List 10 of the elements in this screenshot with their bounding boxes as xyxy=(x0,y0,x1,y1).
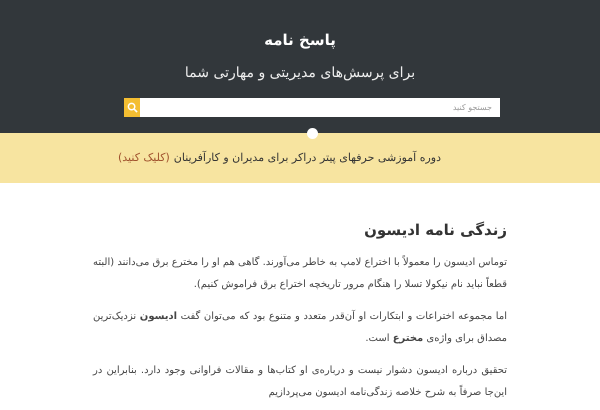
banner-text: دوره آموزشی حرفهای پیتر دراکر برای مدیران و کارآفرینان xyxy=(174,150,441,166)
search-icon xyxy=(126,102,138,113)
site-subtitle: برای پرسش‌های مدیریتی و مهارتی شما xyxy=(184,64,416,83)
article-paragraph: اما مجموعه اختراعات و ابتکارات او آن‌قدر متعدد و متنوع بود که می‌توان گفت ادیسون نزدیک‌ترین مصداق برای واژه‌ی مخترع است. xyxy=(93,308,507,346)
article-title: زندگی نامه ادیسون xyxy=(363,220,507,241)
search-field[interactable]: جستجو کنید xyxy=(140,98,500,117)
site-title: پاسخ نامه xyxy=(264,30,336,50)
article-paragraph: توماس ادیسون را معمولاً با اختراع لامپ به خاطر می‌آورند. گاهی هم او را مخترع برق می‌دانند (البته قطعاً نباید نام نیکولا تسلا را هنگام مرور تاریخچه اختراع برق فراموش کنیم). xyxy=(93,254,507,292)
banner-link[interactable]: (کلیک کنید) xyxy=(118,150,170,166)
article-paragraph: تحقیق درباره ادیسون دشوار نیست و درباره‌ی او کتاب‌ها و مقالات فراوانی وجود دارد. بنابراین در این‌جا صرفاً به شرح خلاصه زندگی‌نامه ادیسون می‌پردازیم xyxy=(93,364,507,400)
